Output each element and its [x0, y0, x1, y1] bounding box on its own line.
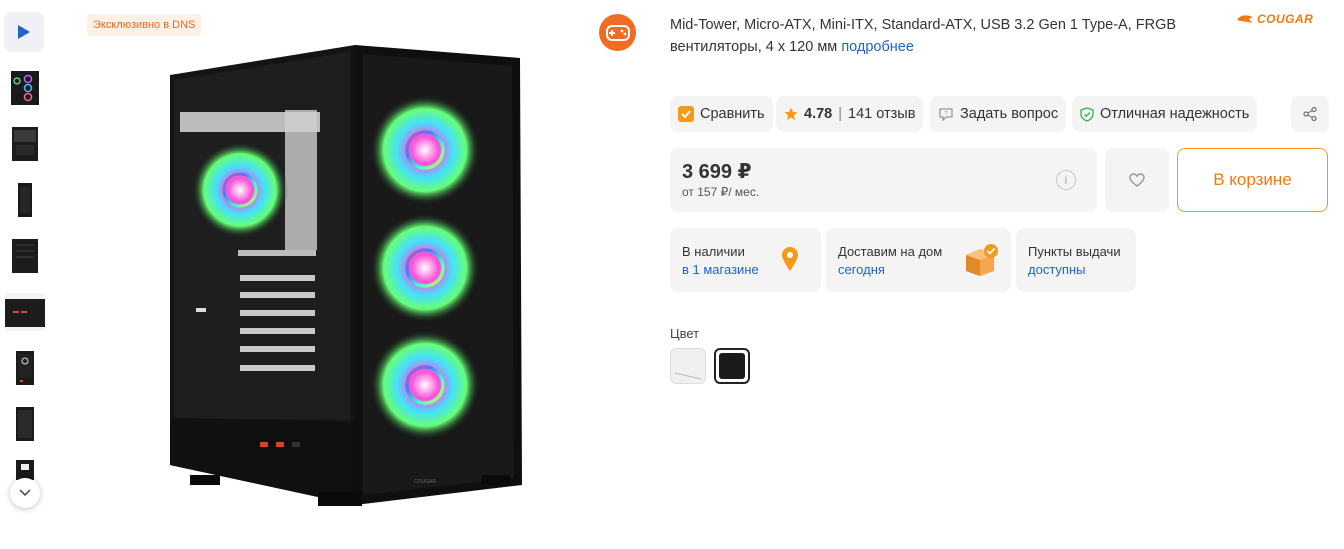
compare-label: Сравнить [700, 106, 765, 122]
thumbnail-5[interactable] [5, 292, 45, 332]
color-option-black[interactable] [714, 348, 750, 384]
thumbnail-2[interactable] [5, 124, 45, 164]
availability-in-store-link[interactable]: в 1 магазине [682, 262, 759, 277]
availability-in-store[interactable]: В наличии в 1 магазине [670, 228, 821, 292]
chevron-down-icon [19, 489, 31, 497]
brand-name: COUGAR [1257, 12, 1314, 26]
availability-pickup-link[interactable]: доступны [1028, 262, 1085, 277]
thumbnail-7[interactable] [5, 404, 45, 444]
reliability-label: Отличная надежность [1100, 106, 1250, 122]
brand-logo[interactable]: COUGAR [1236, 12, 1313, 26]
ask-question-label: Задать вопрос [960, 106, 1059, 122]
thumbnail-rail [0, 0, 52, 549]
rating-reviews-button[interactable]: 4.78 | 141 отзыв [776, 96, 924, 132]
cougar-icon [1237, 15, 1253, 23]
question-chat-icon: ? [939, 107, 953, 122]
availability-delivery-title: Доставим на дом [838, 244, 943, 259]
shield-check-icon [1080, 106, 1094, 122]
availability-delivery[interactable]: Доставим на дом сегодня [826, 228, 1011, 292]
share-icon [1303, 106, 1317, 122]
reliability-badge[interactable]: Отличная надежность [1072, 96, 1258, 132]
info-icon[interactable]: i [1056, 170, 1076, 190]
rail-scroll-down-button[interactable] [10, 478, 40, 508]
price-value: 3 699 ₽ [682, 161, 752, 183]
more-details-link[interactable]: подробнее [841, 39, 914, 55]
credit-price: от 157 ₽/ мес. [682, 185, 760, 199]
compare-button[interactable]: Сравнить [670, 96, 773, 132]
color-label: Цвет [670, 326, 700, 341]
delivery-box-icon [966, 244, 998, 276]
gamepad-icon[interactable] [599, 14, 636, 51]
thumbnail-6[interactable] [5, 348, 45, 388]
share-button[interactable] [1291, 96, 1329, 132]
thumbnail-1[interactable] [5, 68, 45, 108]
wishlist-button[interactable] [1105, 148, 1169, 212]
play-icon [18, 25, 30, 39]
exclusive-badge: Эксклюзивно в DNS [87, 14, 202, 36]
svg-text:COUGAR: COUGAR [414, 479, 436, 485]
thumbnail-4[interactable] [5, 236, 45, 276]
rating-separator: | [838, 106, 843, 122]
checkbox-checked-icon [678, 106, 694, 122]
heart-icon [1129, 173, 1145, 187]
availability-in-store-title: В наличии [682, 244, 745, 259]
description-text: Mid-Tower, Micro-ATX, Mini-ITX, Standard… [670, 17, 1177, 55]
availability-delivery-link[interactable]: сегодня [838, 262, 885, 277]
rating-value: 4.78 [804, 106, 833, 122]
video-play-button[interactable] [4, 12, 44, 52]
thumbnail-8[interactable] [5, 458, 45, 480]
pc-case-illustration: COUGAR [170, 45, 522, 506]
star-icon [784, 107, 798, 120]
availability-pickup-title: Пункты выдачи [1028, 244, 1121, 259]
color-option-white[interactable] [670, 348, 706, 384]
price-box: 3 699 ₽ от 157 ₽/ мес. i [670, 148, 1097, 212]
reviews-count: 141 отзыв [848, 106, 916, 122]
product-description: Mid-Tower, Micro-ATX, Mini-ITX, Standard… [670, 14, 1230, 58]
ask-question-button[interactable]: ? Задать вопрос [930, 96, 1067, 132]
map-pin-icon [782, 247, 798, 271]
color-swatch-black-fill [719, 353, 745, 379]
in-cart-button[interactable]: В корзине [1177, 148, 1328, 212]
availability-pickup[interactable]: Пункты выдачи доступны [1016, 228, 1136, 292]
thumbnail-3[interactable] [5, 180, 45, 220]
product-main-image[interactable]: COUGAR [160, 40, 532, 510]
